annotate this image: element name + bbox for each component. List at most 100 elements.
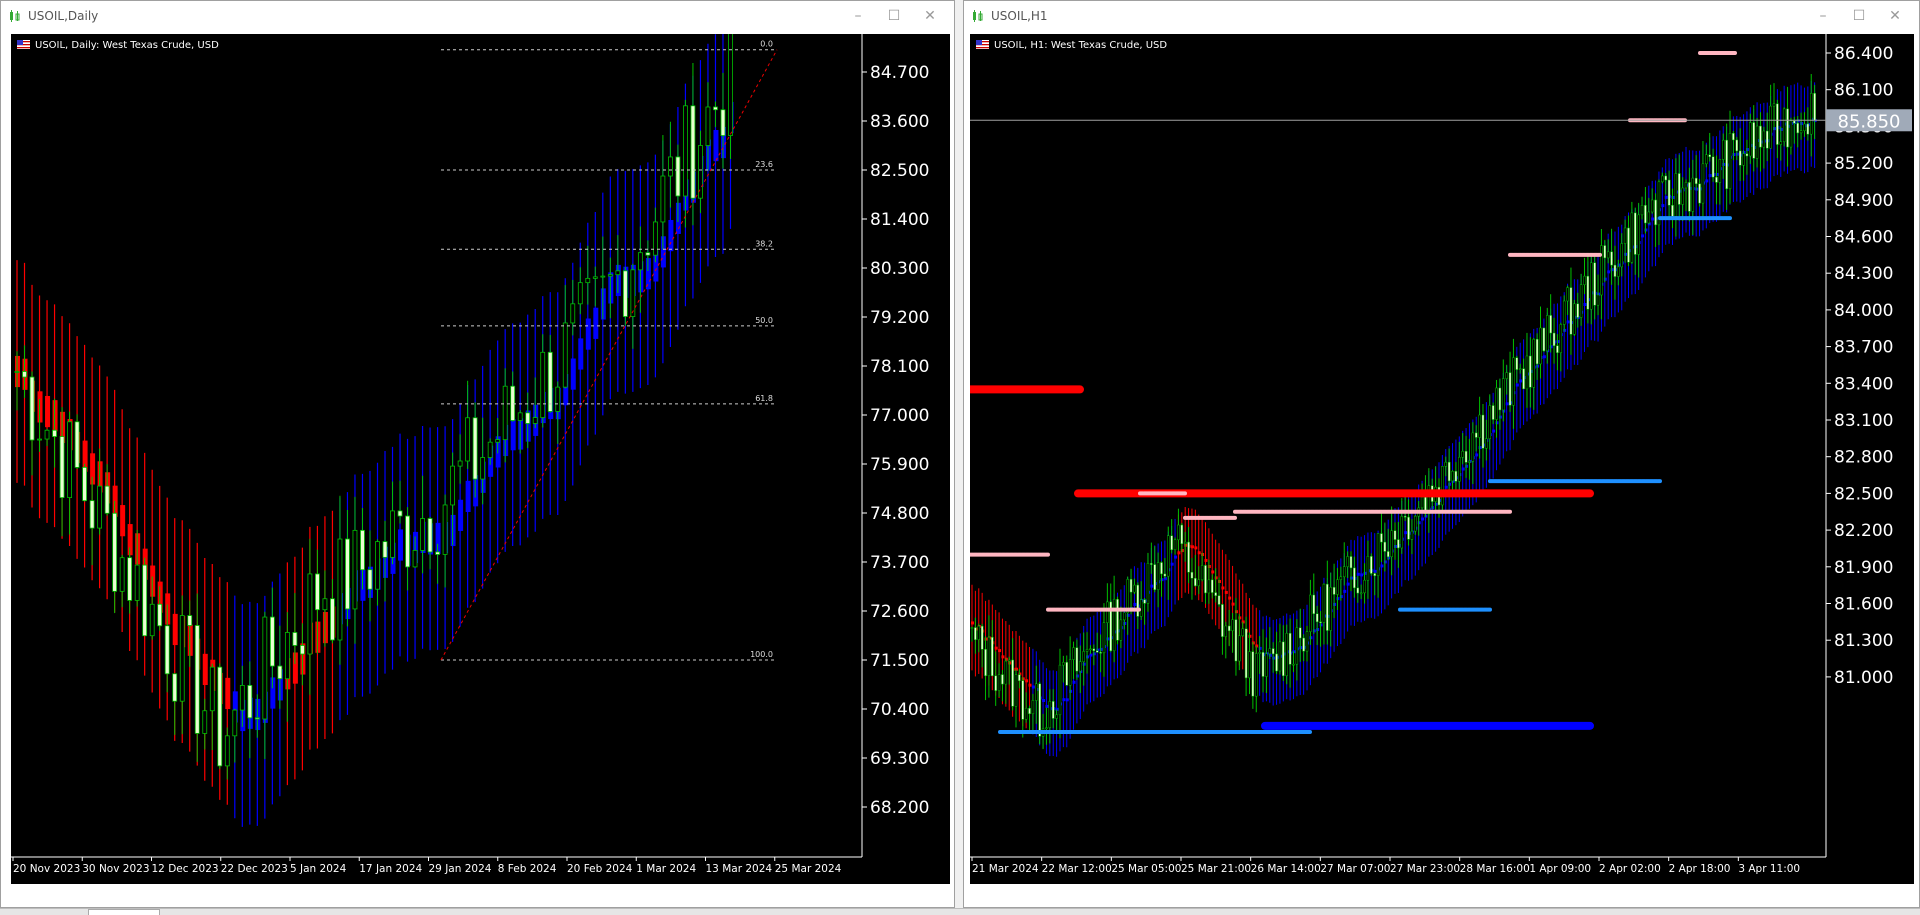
candle [1119,619,1123,641]
price-tick-label: 84.900 [1834,191,1893,211]
trend-line-segment [1542,355,1546,359]
candle [1640,205,1644,216]
candle [1004,660,1008,685]
time-tick-label: 30 Nov 2023 [82,863,149,875]
candle [1813,93,1816,121]
candle [382,541,388,558]
trend-line-segment [1099,647,1103,651]
candle [1214,592,1217,596]
minimize-button[interactable]: – [1805,5,1841,27]
candle [1231,619,1234,632]
candle [299,645,305,655]
trend-line-segment [1434,502,1438,506]
trend-line-segment [1515,383,1519,387]
candle [179,615,185,702]
trend-line-segment [1356,572,1360,576]
candle [1085,649,1089,652]
candle [1200,565,1204,581]
candle [1011,659,1014,707]
chart-window-daily[interactable]: USOIL,Daily – ☐ ✕ 84.700 83.600 82.500 81.4… [0,0,955,908]
trend-line-segment [1475,453,1479,457]
trend-line-segment [1671,196,1675,200]
maximize-button[interactable]: ☐ [1841,5,1877,27]
candle [1058,664,1062,716]
candle [1359,592,1363,595]
candle [427,518,433,553]
candle [1197,579,1200,587]
candle [1447,461,1451,482]
candle [562,322,568,388]
price-chart[interactable]: 86.40086.10085.50085.20084.90084.60084.3… [970,34,1914,884]
candle [1583,275,1586,285]
candle [1562,300,1566,325]
chart-tab[interactable] [88,909,160,915]
trend-line-segment [1383,560,1387,564]
candle [1305,631,1309,652]
trend-line-segment [1021,677,1025,681]
candle [1112,599,1116,652]
candle [1694,177,1698,185]
candlestick-app-icon [973,10,983,22]
close-button[interactable]: ✕ [1877,5,1913,27]
chart-plot-area[interactable]: 84.700 83.600 82.500 81.400 80.300 79.200 78.1… [11,34,950,884]
candle [1786,108,1789,148]
candle [480,457,486,480]
candle [705,106,711,146]
time-tick-label: 27 Mar 23:00 [1390,863,1460,875]
chart-window-h1[interactable]: USOIL,H1 – ☐ ✕ 86.40086.10085.50085.2008… [963,0,1920,908]
candle [1596,294,1600,306]
candle [1390,530,1393,558]
trend-line-segment [1042,699,1046,703]
candle [345,538,350,610]
candle [1356,587,1360,594]
price-chart[interactable]: 84.700 83.600 82.500 81.400 80.300 79.200 78.1… [11,34,950,884]
trend-line-segment [1072,680,1076,684]
window-titlebar[interactable]: USOIL,Daily – ☐ ✕ [1,1,954,31]
fib-trend-line[interactable] [440,49,778,661]
trend-line-segment [1190,545,1194,549]
candle [1353,567,1356,589]
candle [1610,251,1613,266]
candle [412,550,418,568]
candle [1336,579,1339,595]
candle [1627,227,1630,263]
window-titlebar[interactable]: USOIL,H1 – ☐ ✕ [964,1,1919,31]
candle [292,632,298,646]
close-button[interactable]: ✕ [912,5,948,27]
candle [1613,264,1617,277]
maximize-button[interactable]: ☐ [876,5,912,27]
candle [1681,187,1684,205]
fib-level-label: 23.6 [755,160,773,169]
candle [1593,262,1596,306]
candle [1674,173,1678,217]
trend-line-segment [1773,127,1777,131]
trend-line-segment [1075,674,1079,678]
candle [974,627,977,640]
candle [1458,457,1461,482]
candle [1678,173,1681,205]
candle [322,598,328,611]
trend-line-segment [1705,179,1709,183]
candle [1529,355,1532,388]
trend-line-segment [1350,576,1354,580]
trend-line-segment [1014,667,1018,671]
candle [1721,139,1725,160]
candle [1474,432,1478,438]
chart-plot-area[interactable]: 86.40086.10085.50085.20084.90084.60084.3… [970,34,1914,884]
candle [1106,601,1109,623]
candle [457,460,463,467]
candle [1620,243,1623,268]
candle [1258,652,1261,654]
candle [269,616,275,667]
candle [1282,641,1285,677]
candle [1782,108,1786,142]
candle [1600,245,1603,296]
candle [450,465,456,506]
trend-line-segment [1404,531,1408,535]
trend-line-segment [1448,482,1452,486]
price-tick-label: 78.100 [870,357,929,377]
candle [1248,651,1251,679]
trend-line-segment [570,358,576,390]
candle [652,221,658,256]
minimize-button[interactable]: – [840,5,876,27]
